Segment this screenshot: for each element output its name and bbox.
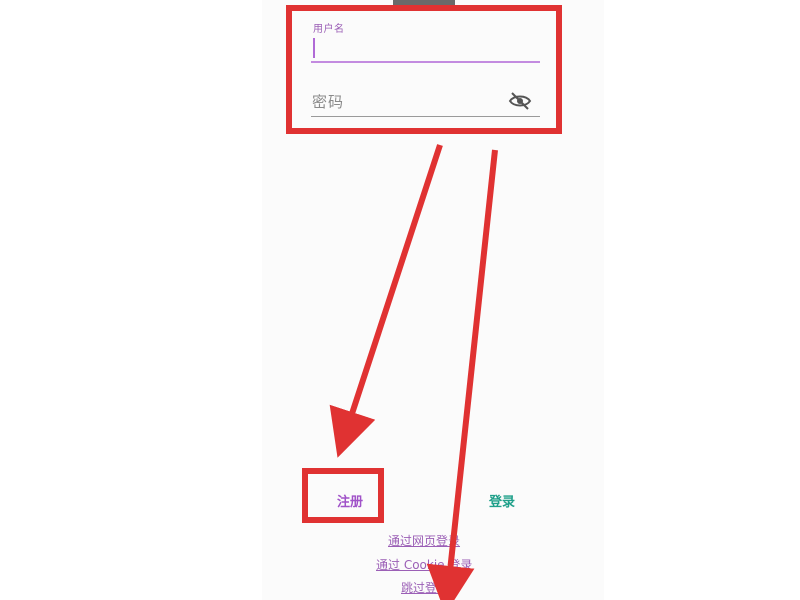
cookie-login-link[interactable]: 通过 Cookie 登录 bbox=[376, 556, 472, 573]
skip-login-link[interactable]: 跳过登录 bbox=[401, 579, 449, 596]
register-button[interactable]: 注册 bbox=[332, 491, 368, 510]
screenshot-stage: 用户名 密码 注册 登录 通过网页登录 通过 Cookie 登录 跳过登录 bbox=[0, 0, 800, 600]
login-button[interactable]: 登录 bbox=[480, 491, 524, 510]
annotation-box-fields bbox=[286, 5, 562, 134]
web-login-link[interactable]: 通过网页登录 bbox=[388, 532, 460, 549]
